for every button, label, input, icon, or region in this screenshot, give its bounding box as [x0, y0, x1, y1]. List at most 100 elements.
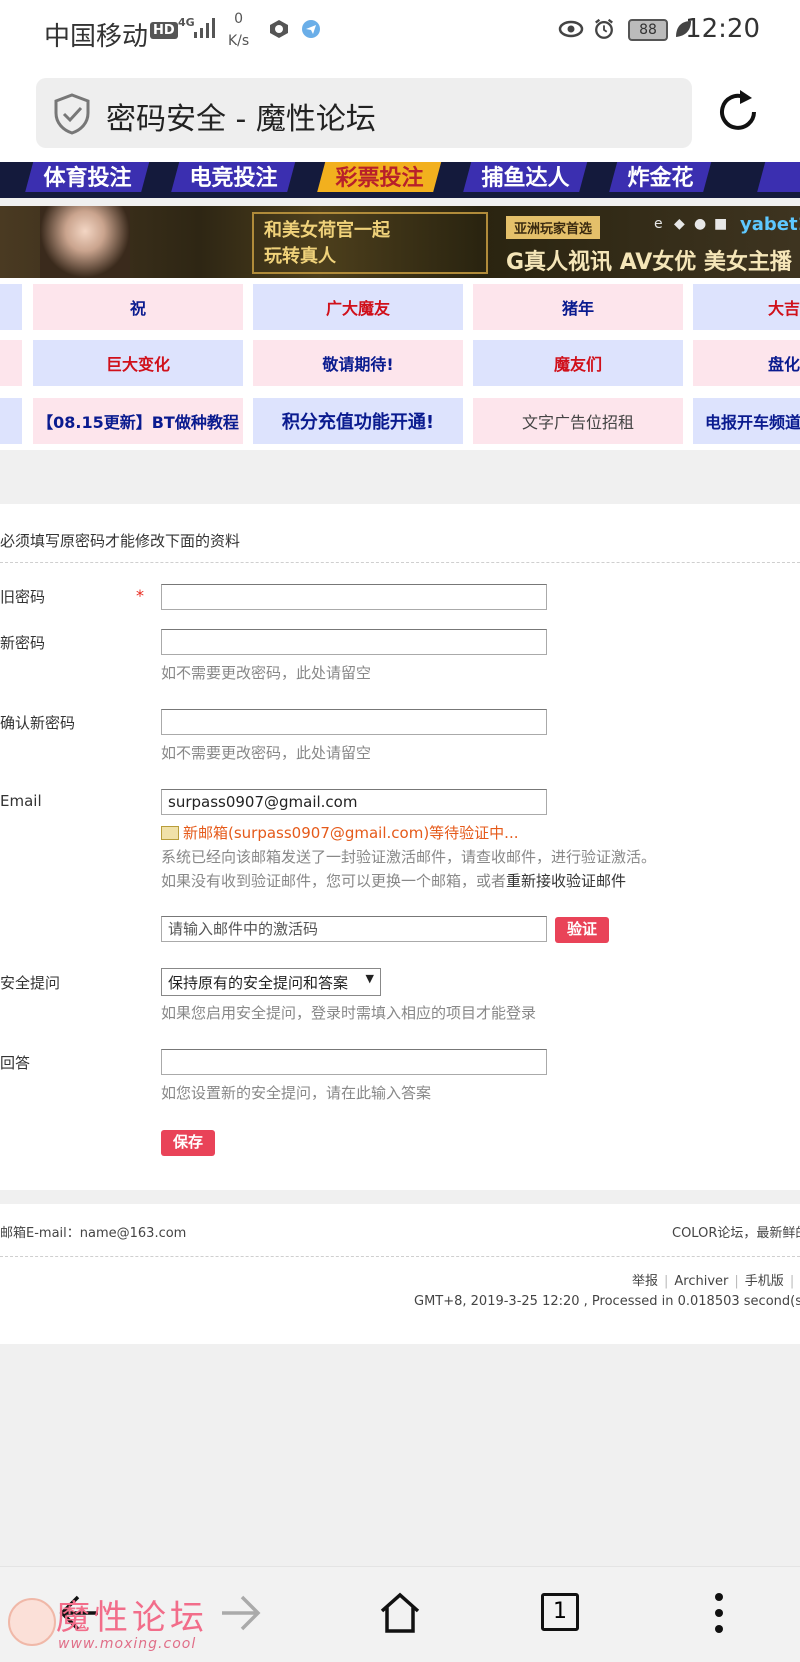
- more-vertical-icon[interactable]: [704, 1589, 734, 1637]
- casino-banner-ad[interactable]: 和美女荷官一起 玩转真人 亚洲玩家首选 e ◆ ● ■ yabet1 G真人视讯…: [0, 206, 800, 278]
- security-question-hint: 如果您启用安全提问，登录时需填入相应的项目才能登录: [161, 1004, 537, 1022]
- banner-tab[interactable]: 彩票投注: [317, 162, 443, 192]
- banner-tab[interactable]: 炸金花: [609, 162, 713, 192]
- net-speed-unit: K/s: [228, 33, 250, 49]
- banner-headline: G真人视讯 AV女优 美女主播: [506, 250, 792, 275]
- ad-cell[interactable]: 魔友们: [473, 340, 683, 386]
- banner-model-image: [40, 206, 130, 278]
- email-pending-notice: 新邮箱(surpass0907@gmail.com)等待验证中...: [161, 822, 518, 843]
- telegram-icon: [302, 20, 320, 38]
- browser-toolbar: 密码安全 - 魔性论坛: [0, 62, 800, 162]
- ad-cell[interactable]: 积分充值功能开通!: [253, 398, 463, 444]
- eye-icon: [558, 20, 584, 38]
- email-input[interactable]: [161, 789, 547, 815]
- page-title: 密码安全 - 魔性论坛: [106, 102, 376, 137]
- banner-brand: yabet1: [740, 214, 800, 235]
- alarm-icon: [595, 18, 613, 39]
- html5-icon: ■: [714, 216, 728, 232]
- dropdown-arrow-icon: ▼: [365, 972, 374, 985]
- archiver-link[interactable]: Archiver: [674, 1274, 728, 1289]
- resend-verification-link[interactable]: 重新接收验证邮件: [506, 872, 626, 890]
- footer-processing-info: GMT+8, 2019-3-25 12:20 , Processed in 0.…: [414, 1294, 800, 1309]
- tabs-button[interactable]: 1: [541, 1593, 579, 1631]
- ad-cell[interactable]: 【08.15更新】BT做种教程: [33, 398, 243, 444]
- security-question-select[interactable]: 保持原有的安全提问和答案 ▼: [161, 968, 381, 996]
- email-pending-text: 新邮箱(surpass0907@gmail.com)等待验证中...: [183, 824, 519, 842]
- banner-tab[interactable]: 电竞投注: [171, 162, 297, 192]
- ad-cell[interactable]: 祝: [33, 284, 243, 330]
- apple-icon: ●: [694, 216, 707, 232]
- email-resend-note: 如果没有收到验证邮件，您可以更换一个邮箱，或者重新接收验证邮件: [161, 870, 626, 891]
- ad-cell[interactable]: 广大魔友: [253, 284, 463, 330]
- net-speed: 0 K/s: [228, 8, 249, 52]
- old-password-label: 旧密码: [0, 588, 46, 606]
- section-gap: [0, 450, 800, 504]
- report-link[interactable]: 举报: [632, 1274, 658, 1289]
- forward-arrow-icon[interactable]: [216, 1589, 264, 1637]
- password-security-form: 必须填写原密码才能修改下面的资料 旧密码 * 新密码 如不需要更改密码，此处请留…: [0, 504, 800, 1190]
- form-notice: 必须填写原密码才能修改下面的资料: [0, 532, 241, 550]
- security-question-label: 安全提问: [0, 974, 61, 992]
- network-type: 4G: [178, 16, 195, 29]
- status-bar: 中国移动 HD 4G 0 K/s 88 12:20: [0, 0, 800, 62]
- app-notification-icon: [270, 20, 288, 38]
- site-watermark: 魔性论坛 www.moxing.cool: [8, 1576, 208, 1662]
- watermark-text: 魔性论坛: [56, 1598, 208, 1638]
- save-button[interactable]: 保存: [161, 1130, 216, 1156]
- email-label: Email: [0, 792, 42, 810]
- address-bar[interactable]: 密码安全 - 魔性论坛: [36, 78, 692, 148]
- reload-icon[interactable]: [714, 88, 762, 136]
- page-footer: 邮箱E-mail：name@163.com COLOR论坛，最新鲜的 举报 | Ar…: [0, 1204, 800, 1344]
- old-password-input[interactable]: [161, 584, 547, 610]
- new-password-input[interactable]: [161, 629, 547, 655]
- hd-icon: HD: [150, 22, 178, 39]
- ad-cell[interactable]: 电报开车频道: [693, 398, 800, 444]
- shield-check-icon: [54, 93, 90, 135]
- home-icon[interactable]: [376, 1589, 424, 1637]
- banner-tab[interactable]: 捕鱼达人: [463, 162, 589, 192]
- ad-cell[interactable]: 巨大变化: [33, 340, 243, 386]
- signal-icon: [194, 18, 218, 38]
- ad-cell[interactable]: [0, 284, 22, 330]
- watermark-url: www.moxing.cool: [58, 1636, 197, 1652]
- banner-tab[interactable]: [757, 162, 800, 192]
- banner-tag: 亚洲玩家首选: [506, 216, 601, 239]
- battery-icon: 88: [628, 19, 668, 41]
- verify-button[interactable]: 验证: [555, 917, 610, 943]
- footer-links: 举报|Archiver|手机版|小: [632, 1274, 795, 1289]
- confirm-password-hint: 如不需要更改密码，此处请留空: [161, 744, 372, 762]
- android-icon: ◆: [674, 216, 685, 232]
- mail-warning-icon: [161, 826, 179, 840]
- confirm-password-label: 确认新密码: [0, 714, 76, 732]
- email-sent-note: 系统已经向该邮箱发送了一封验证激活邮件，请查收邮件，进行验证激活。: [161, 848, 657, 866]
- divider: [0, 1256, 800, 1257]
- ad-cell[interactable]: [0, 340, 22, 386]
- footer-tagline: COLOR论坛，最新鲜的: [672, 1226, 800, 1241]
- ad-cell[interactable]: [0, 398, 22, 444]
- new-password-hint: 如不需要更改密码，此处请留空: [161, 664, 372, 682]
- ad-cell[interactable]: 文字广告位招租: [473, 398, 683, 444]
- answer-input[interactable]: [161, 1049, 547, 1075]
- banner-slogan: 和美女荷官一起 玩转真人: [252, 212, 488, 274]
- mobile-link[interactable]: 手机版: [745, 1274, 784, 1289]
- activation-code-input[interactable]: [161, 916, 547, 942]
- confirm-password-input[interactable]: [161, 709, 547, 735]
- answer-label: 回答: [0, 1054, 31, 1072]
- ad-cell[interactable]: 盘化: [693, 340, 800, 386]
- answer-hint: 如您设置新的安全提问，请在此输入答案: [161, 1084, 432, 1102]
- text-ad-grid: 祝 广大魔友 猪年 大吉 巨大变化 敬请期待! 魔友们 盘化 【08.15更新】…: [0, 278, 800, 450]
- net-speed-value: 0: [234, 11, 244, 27]
- ie-icon: e: [654, 216, 663, 232]
- casino-banner-top[interactable]: 体育投注 电竞投注 彩票投注 捕鱼达人 炸金花: [0, 162, 800, 198]
- email-resend-prefix: 如果没有收到验证邮件，您可以更换一个邮箱，或者: [161, 872, 507, 890]
- footer-email: 邮箱E-mail：name@163.com: [0, 1226, 187, 1241]
- new-password-label: 新密码: [0, 634, 46, 652]
- carrier-name: 中国移动: [44, 22, 149, 52]
- ad-cell[interactable]: 敬请期待!: [253, 340, 463, 386]
- required-mark: *: [136, 586, 144, 605]
- ad-cell[interactable]: 大吉: [693, 284, 800, 330]
- ad-cell[interactable]: 猪年: [473, 284, 683, 330]
- watermark-mascot-icon: [8, 1598, 56, 1646]
- banner-tab[interactable]: 体育投注: [25, 162, 151, 192]
- divider: [0, 562, 800, 563]
